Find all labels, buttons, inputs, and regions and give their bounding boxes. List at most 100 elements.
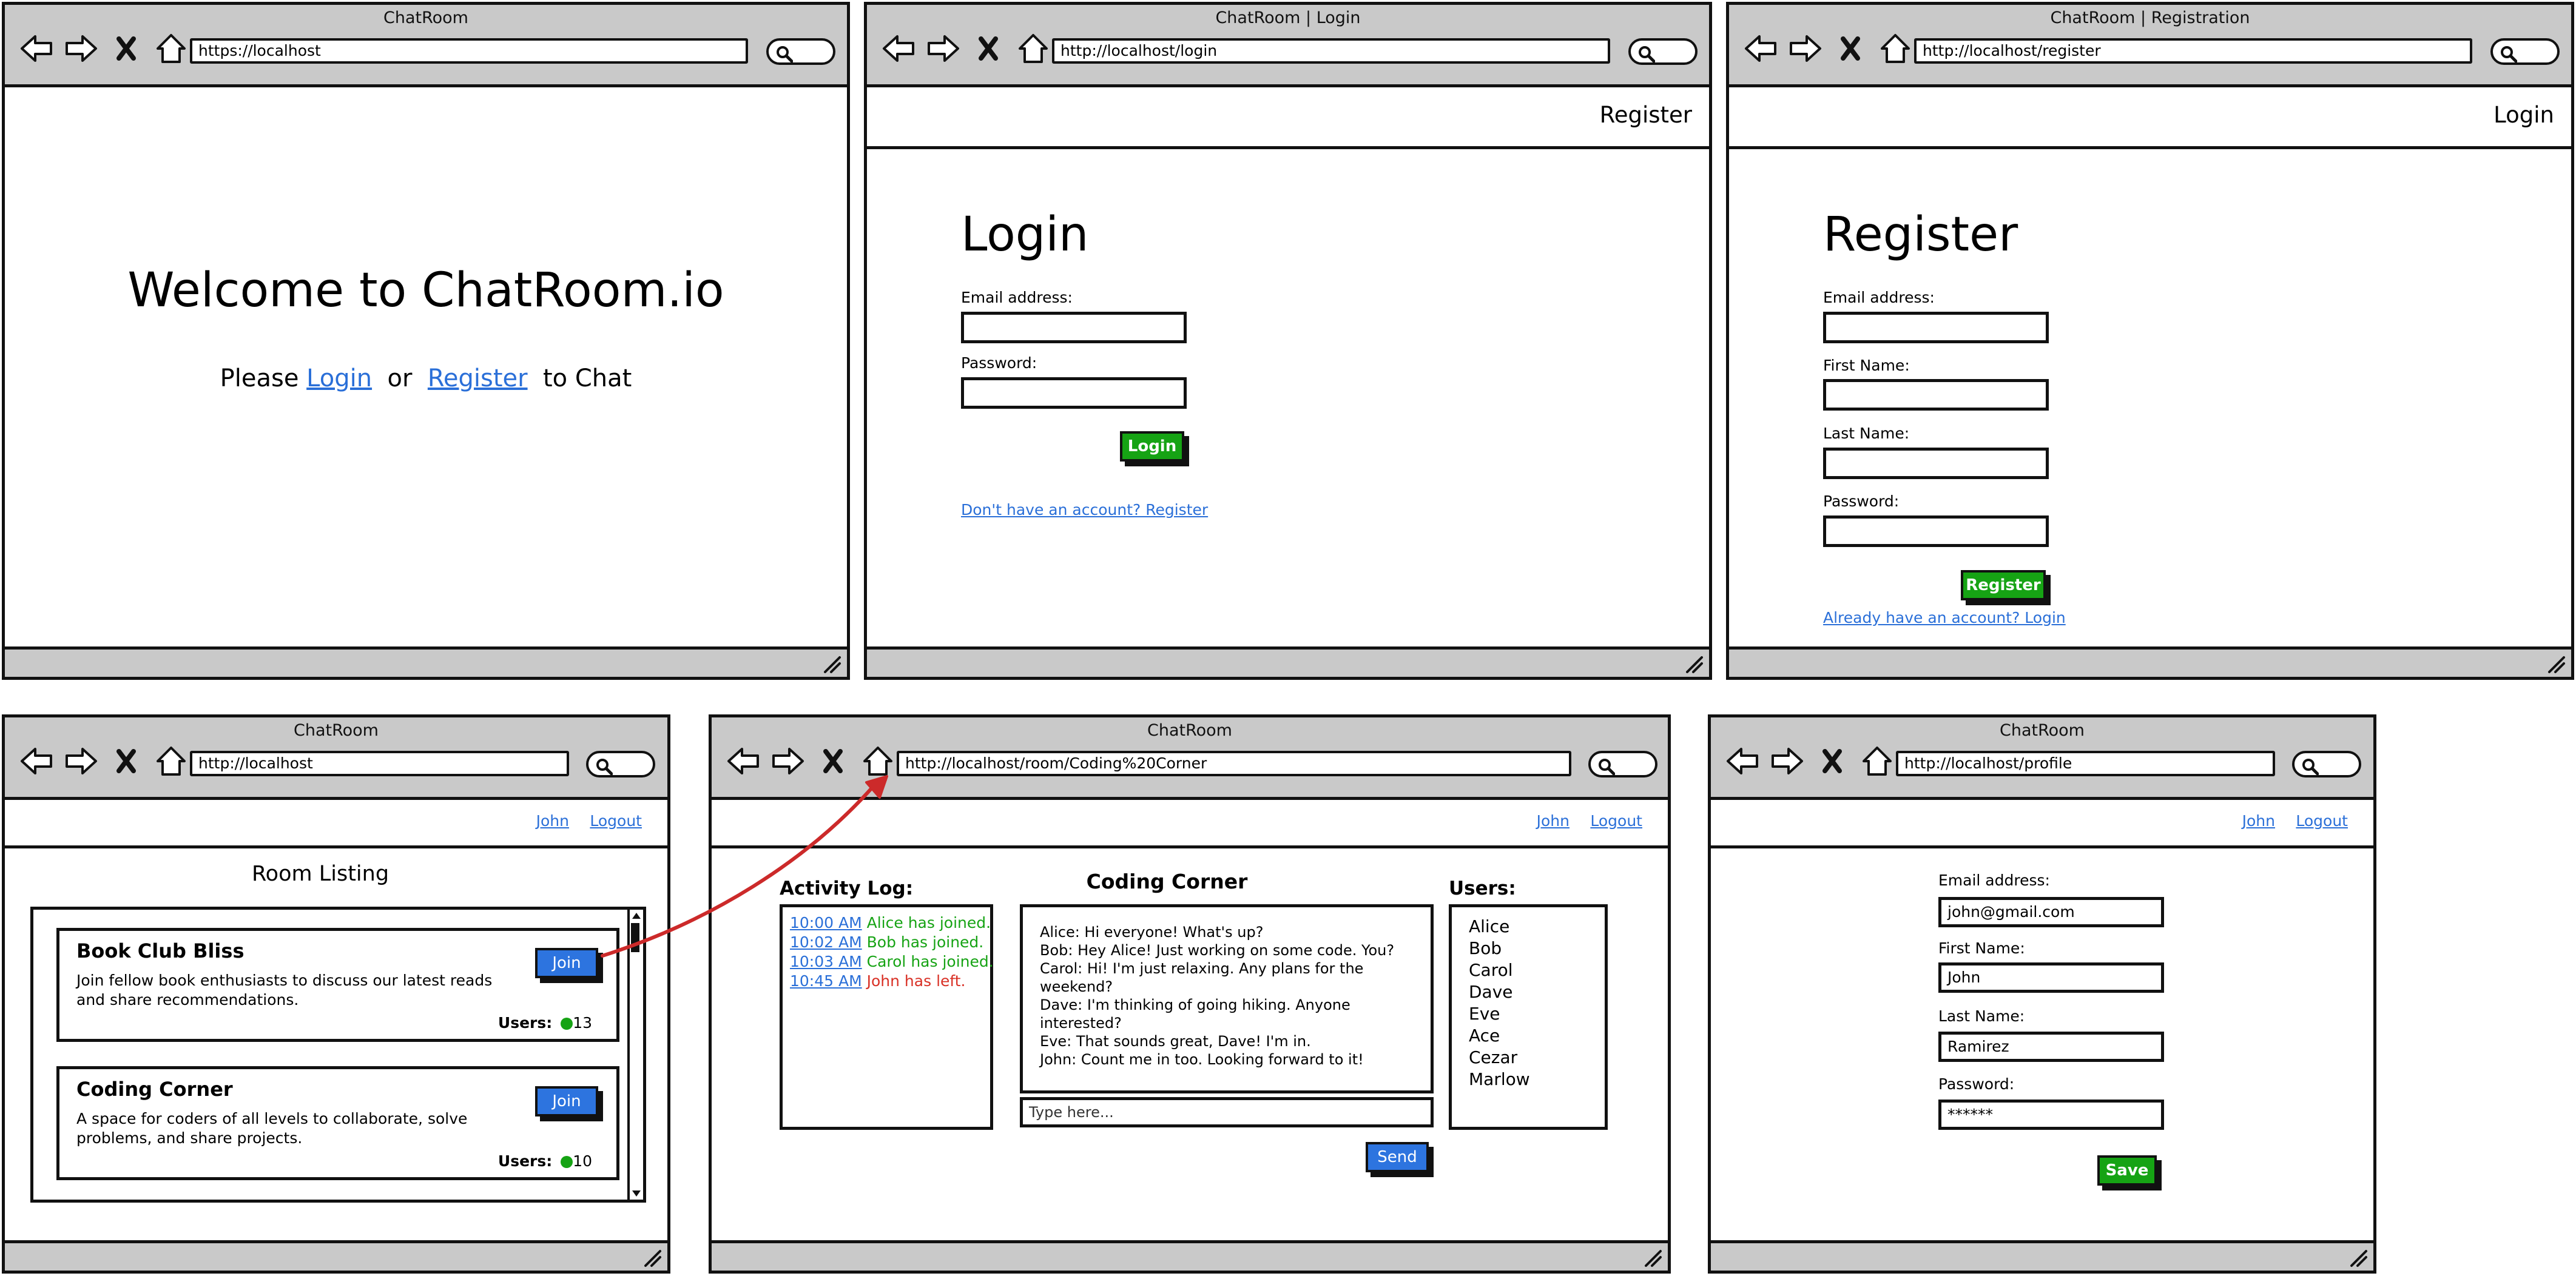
nav-logout-link[interactable]: Logout xyxy=(590,812,642,830)
address-bar[interactable]: http://localhost xyxy=(190,751,569,776)
back-icon[interactable] xyxy=(18,743,55,779)
search-icon xyxy=(596,759,613,775)
first-name-field[interactable]: John xyxy=(1938,962,2164,993)
nav-register-link[interactable]: Register xyxy=(1600,102,1692,128)
forward-icon[interactable] xyxy=(1787,30,1824,67)
join-button[interactable]: Join xyxy=(535,1086,598,1116)
back-icon[interactable] xyxy=(18,30,55,67)
stop-icon[interactable] xyxy=(1832,30,1869,67)
stop-icon[interactable] xyxy=(108,30,144,67)
home-icon[interactable] xyxy=(153,30,189,67)
scrollbar[interactable] xyxy=(627,910,643,1200)
search-field[interactable] xyxy=(1588,751,1657,777)
user-item[interactable]: Marlow xyxy=(1469,1069,1605,1090)
message-list: Alice: Hi everyone! What's up? Bob: Hey … xyxy=(1020,904,1434,1093)
register-button[interactable]: Register xyxy=(1961,570,2046,600)
nav-user-link[interactable]: John xyxy=(1537,812,1570,830)
address-bar[interactable]: http://localhost/register xyxy=(1914,38,2472,64)
register-link[interactable]: Register xyxy=(428,364,528,392)
activity-time[interactable]: 10:00 AM xyxy=(790,914,862,932)
back-icon[interactable] xyxy=(725,743,761,779)
login-link[interactable]: Login xyxy=(306,364,372,392)
save-button[interactable]: Save xyxy=(2097,1155,2157,1186)
back-icon[interactable] xyxy=(880,30,917,67)
search-field[interactable] xyxy=(586,751,655,777)
home-icon[interactable] xyxy=(1877,30,1913,67)
user-item[interactable]: Ace xyxy=(1469,1025,1605,1047)
email-field[interactable] xyxy=(961,312,1187,343)
back-icon[interactable] xyxy=(1724,743,1761,779)
forward-icon[interactable] xyxy=(770,743,806,779)
browser-toolbar: ChatRoom | Login http://localhost/login xyxy=(867,5,1709,87)
profile-window: ChatRoom http://localhost/profile John L… xyxy=(1708,714,2376,1274)
stop-icon[interactable] xyxy=(1814,743,1850,779)
resize-grip-icon[interactable] xyxy=(641,1246,663,1268)
nav-user-link[interactable]: John xyxy=(2242,812,2275,830)
stop-icon[interactable] xyxy=(815,743,851,779)
resize-grip-icon[interactable] xyxy=(820,653,842,674)
resize-grip-icon[interactable] xyxy=(2544,653,2566,674)
password-field[interactable]: ****** xyxy=(1938,1100,2164,1130)
forward-icon[interactable] xyxy=(63,30,99,67)
password-field[interactable] xyxy=(1823,515,2049,547)
forward-icon[interactable] xyxy=(63,743,99,779)
resize-grip-icon[interactable] xyxy=(1641,1246,1663,1268)
stop-icon[interactable] xyxy=(970,30,1006,67)
forward-icon[interactable] xyxy=(1769,743,1806,779)
forward-icon[interactable] xyxy=(925,30,962,67)
user-item[interactable]: Bob xyxy=(1469,938,1605,959)
password-label: Password: xyxy=(1823,492,1900,510)
chat-message: Dave: I'm thinking of going hiking. Anyo… xyxy=(1040,996,1350,1032)
email-field[interactable]: john@gmail.com xyxy=(1938,897,2164,927)
send-button[interactable]: Send xyxy=(1366,1142,1429,1172)
nav-user-link[interactable]: John xyxy=(536,812,569,830)
resize-grip-icon[interactable] xyxy=(1682,653,1704,674)
scroll-thumb[interactable] xyxy=(631,923,639,952)
password-field[interactable] xyxy=(961,377,1187,409)
search-field[interactable] xyxy=(766,38,835,65)
address-bar[interactable]: http://localhost/room/Coding%20Corner xyxy=(897,751,1571,776)
user-item[interactable]: Dave xyxy=(1469,981,1605,1003)
home-icon[interactable] xyxy=(860,743,896,779)
search-field[interactable] xyxy=(2490,38,2560,65)
scroll-up-icon[interactable] xyxy=(630,910,643,922)
activity-time[interactable]: 10:02 AM xyxy=(790,933,862,951)
home-icon[interactable] xyxy=(1859,743,1895,779)
resize-grip-icon[interactable] xyxy=(2347,1246,2369,1268)
window-title: ChatRoom xyxy=(383,8,468,27)
first-name-field[interactable] xyxy=(1823,379,2049,411)
user-item[interactable]: Alice xyxy=(1469,916,1605,938)
user-item[interactable]: Eve xyxy=(1469,1003,1605,1025)
login-heading: Login xyxy=(961,207,1089,262)
status-bar xyxy=(5,646,847,677)
home-icon[interactable] xyxy=(153,743,189,779)
register-link[interactable]: Don't have an account? Register xyxy=(961,501,1208,519)
search-field[interactable] xyxy=(2292,751,2361,777)
address-bar[interactable]: http://localhost/profile xyxy=(1896,751,2275,776)
user-item[interactable]: Carol xyxy=(1469,959,1605,981)
nav-login-link[interactable]: Login xyxy=(2493,102,2554,128)
user-item[interactable]: Cezar xyxy=(1469,1047,1605,1069)
join-button[interactable]: Join xyxy=(535,948,598,978)
search-icon xyxy=(2501,46,2517,62)
scroll-down-icon[interactable] xyxy=(630,1187,643,1200)
back-icon[interactable] xyxy=(1742,30,1779,67)
nav-logout-link[interactable]: Logout xyxy=(1590,812,1642,830)
message-input[interactable]: Type here... xyxy=(1020,1097,1434,1127)
login-button[interactable]: Login xyxy=(1120,431,1184,462)
chat-room-window: ChatRoom http://localhost/room/Coding%20… xyxy=(709,714,1671,1274)
window-title: ChatRoom xyxy=(2000,721,2085,740)
activity-time[interactable]: 10:45 AM xyxy=(790,972,862,990)
email-field[interactable] xyxy=(1823,312,2049,343)
nav-logout-link[interactable]: Logout xyxy=(2296,812,2348,830)
search-field[interactable] xyxy=(1628,38,1698,65)
stop-icon[interactable] xyxy=(108,743,144,779)
login-link[interactable]: Already have an account? Login xyxy=(1823,609,2066,626)
address-bar[interactable]: http://localhost/login xyxy=(1052,38,1610,64)
home-icon[interactable] xyxy=(1015,30,1051,67)
last-name-field[interactable] xyxy=(1823,448,2049,479)
last-name-field[interactable]: Ramirez xyxy=(1938,1032,2164,1062)
activity-time[interactable]: 10:03 AM xyxy=(790,953,862,970)
room-description: Join fellow book enthusiasts to discuss … xyxy=(76,972,493,1009)
address-bar[interactable]: https://localhost xyxy=(190,38,748,64)
